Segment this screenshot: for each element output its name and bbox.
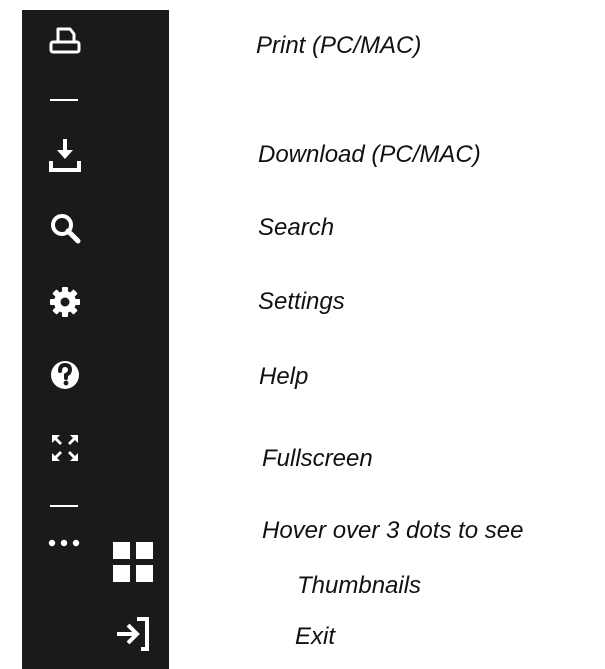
label-thumbnails: Thumbnails <box>297 572 422 599</box>
fullscreen-icon[interactable] <box>45 428 85 468</box>
search-icon[interactable] <box>45 208 85 248</box>
toolbar-divider-bottom <box>50 505 78 507</box>
label-fullscreen: Fullscreen <box>262 445 373 472</box>
label-settings: Settings <box>258 288 345 315</box>
label-help: Help <box>259 363 309 390</box>
label-download: Download (PC/MAC) <box>258 141 481 168</box>
gear-icon[interactable] <box>45 282 85 322</box>
download-icon[interactable] <box>45 135 85 175</box>
printer-icon[interactable] <box>45 22 85 62</box>
label-search: Search <box>258 214 335 241</box>
label-hover-hint: Hover over 3 dots to see <box>262 517 524 544</box>
thumbnails-grid-icon[interactable] <box>110 539 156 585</box>
exit-icon[interactable] <box>113 613 153 653</box>
help-icon[interactable] <box>45 355 85 395</box>
more-dots-icon[interactable] <box>46 533 90 553</box>
label-print: Print (PC/MAC) <box>256 32 422 59</box>
toolbar-legend: Print (PC/MAC) Download (PC/MAC) Search … <box>0 0 605 669</box>
toolbar-divider-top <box>50 99 78 101</box>
label-exit: Exit <box>295 623 336 650</box>
